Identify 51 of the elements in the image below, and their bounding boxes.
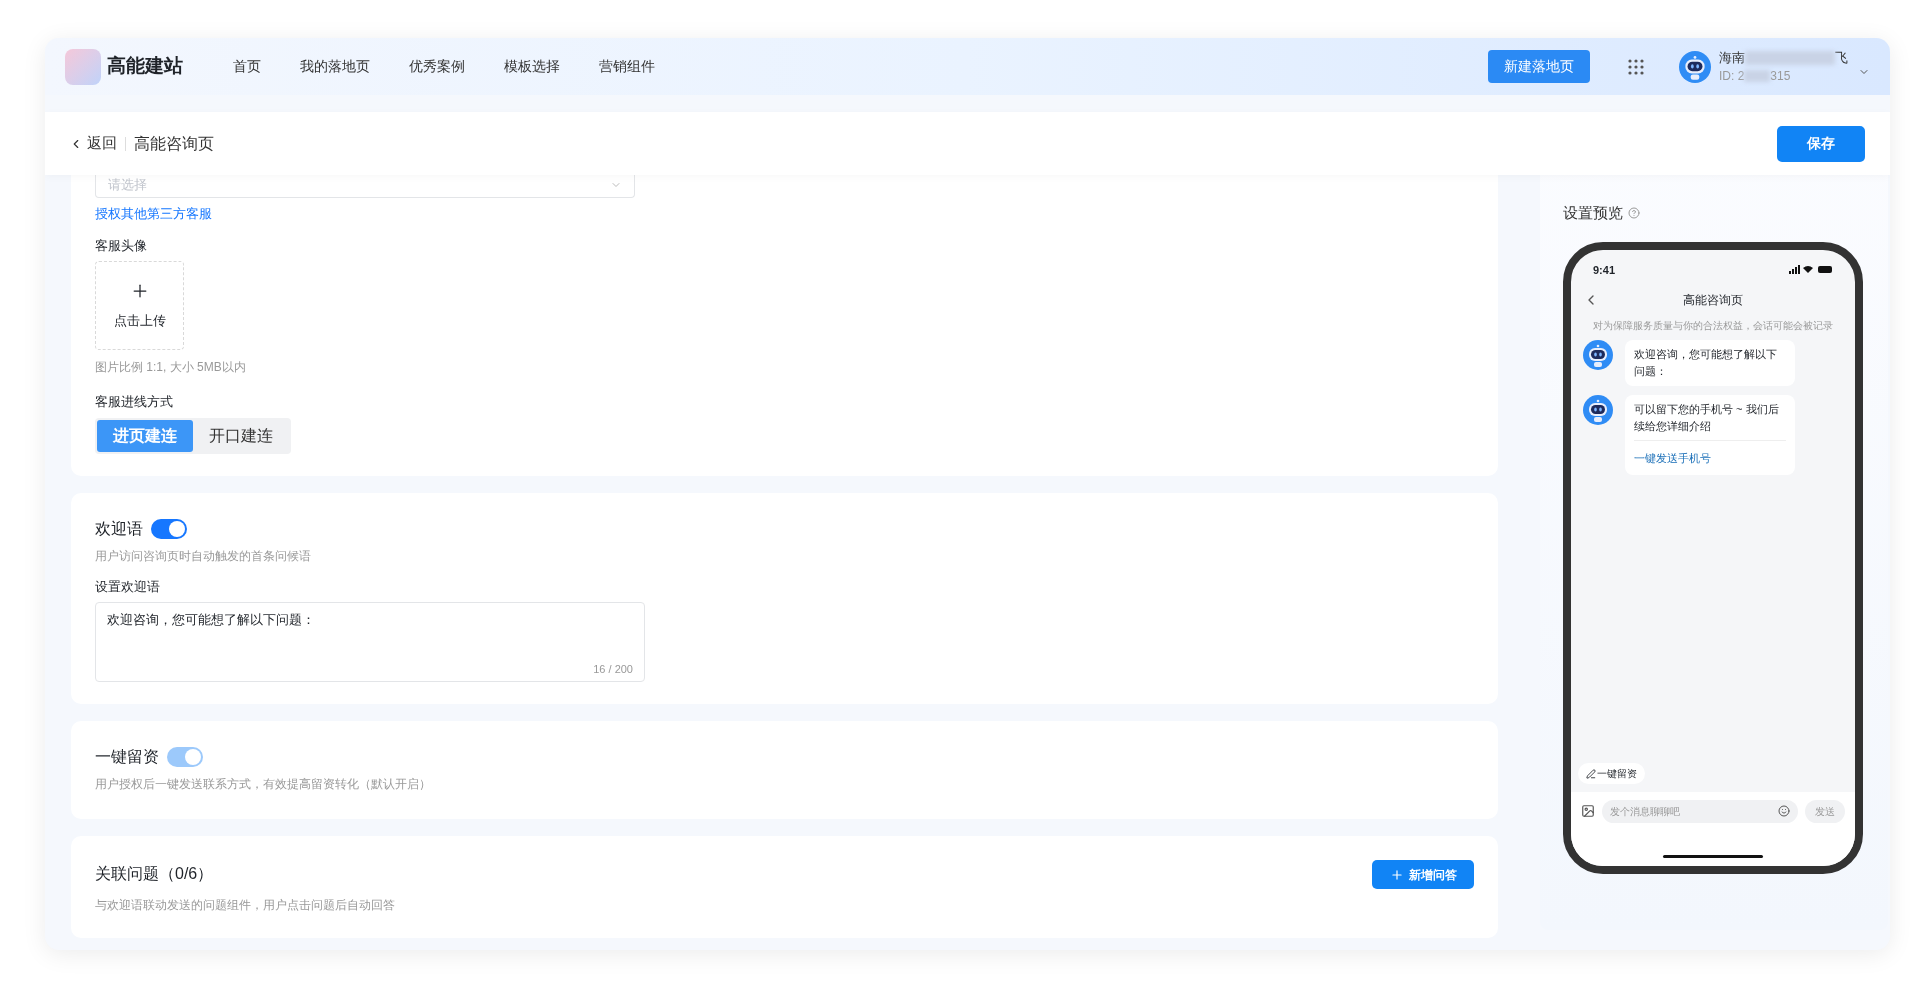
status-time: 9:41 [1593, 262, 1616, 278]
preview-title: 设置预览 [1563, 203, 1623, 223]
message-text: 可以留下您的手机号 ~ 我们后续给您详细介绍 [1634, 402, 1780, 434]
segment-option[interactable]: 开口建连 [193, 419, 289, 452]
textarea-value: 欢迎咨询，您可能想了解以下问题： [107, 611, 316, 629]
back-link[interactable]: 返回 [69, 132, 117, 155]
hint-text: 用户授权后一键发送联系方式，有效提高留资转化（默认开启） [95, 776, 432, 793]
plus-icon [1389, 867, 1404, 882]
phone-page-title: 高能咨询页 [1682, 292, 1744, 309]
robot-avatar-icon [1583, 395, 1613, 425]
section-title: 欢迎语 [95, 518, 143, 539]
authorize-link[interactable]: 授权其他第三方客服 [95, 204, 1474, 224]
hint-text: 用户访问咨询页时自动触发的首条问候语 [95, 547, 312, 565]
message-text: 欢迎咨询，您可能想了解以下问题： [1634, 347, 1778, 379]
char-counter: 16 / 200 [593, 661, 633, 677]
logo-icon [65, 48, 101, 85]
privacy-notice: 对为保障服务质量与你的合法权益，会话可能会被记录 [1592, 320, 1834, 332]
nav-link[interactable]: 模板选择 [504, 56, 560, 77]
nav-link[interactable]: 优秀案例 [409, 56, 465, 77]
quick-action-chip[interactable]: 一键留资 [1578, 763, 1645, 784]
robot-avatar-icon [1679, 50, 1711, 83]
help-icon[interactable] [1628, 207, 1640, 220]
toggle-switch[interactable] [151, 518, 187, 539]
nav-link[interactable]: 营销组件 [599, 56, 655, 77]
welcome-textarea[interactable]: 欢迎咨询，您可能想了解以下问题： 16 / 200 [95, 602, 645, 682]
send-phone-link[interactable]: 一键发送手机号 [1634, 452, 1711, 464]
field-label: 设置欢迎语 [95, 577, 161, 596]
save-button[interactable]: 保存 [1777, 125, 1865, 162]
section-title: 一键留资 [95, 747, 159, 767]
field-label: 客服进线方式 [95, 393, 174, 411]
image-icon[interactable] [1581, 804, 1595, 818]
emoji-icon[interactable] [1778, 805, 1790, 817]
add-qa-button[interactable]: 新增问答 [1372, 860, 1474, 889]
section-title: 关联问题（0/6） [95, 864, 215, 884]
page-title: 高能咨询页 [134, 133, 214, 154]
nav-link[interactable]: 首页 [233, 56, 261, 77]
status-indicators-icon [1789, 265, 1833, 275]
hint-text: 与欢迎语联动发送的问题组件，用户点击问题后自动回答 [95, 897, 396, 914]
redaction-blur [1744, 70, 1771, 83]
user-name: 海南 [1719, 48, 1745, 67]
user-name-end: 飞 [1835, 48, 1848, 67]
robot-avatar-icon [1583, 340, 1613, 370]
upload-area[interactable]: 点击上传 [95, 261, 184, 350]
hint-text: 图片比例 1:1, 大小 5MB以内 [95, 359, 247, 376]
apps-grid-icon[interactable] [1628, 58, 1644, 75]
field-label: 客服头像 [95, 236, 148, 255]
user-id-end: 315 [1770, 68, 1791, 86]
logo-text: 高能建站 [107, 54, 183, 79]
user-id: ID: 2 [1719, 68, 1745, 86]
nav-link[interactable]: 我的落地页 [300, 56, 370, 77]
pen-icon [1586, 768, 1596, 779]
